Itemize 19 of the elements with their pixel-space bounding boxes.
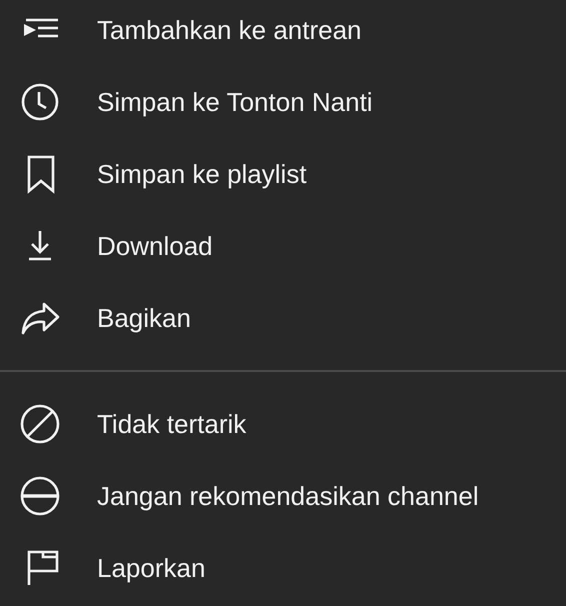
menu-item-label: Download [97,230,213,262]
menu-item[interactable]: Download [0,210,566,282]
menu-item-label: Simpan ke playlist [97,158,307,190]
menu-item-label: Tambahkan ke antrean [97,14,362,46]
clock-icon [20,82,60,122]
menu-item[interactable]: Tambahkan ke antrean [0,0,566,66]
menu-item-label: Laporkan [97,552,206,584]
menu-item-label: Simpan ke Tonton Nanti [97,86,373,118]
menu-item[interactable]: Bagikan [0,282,566,354]
menu-item-label: Bagikan [97,302,191,334]
minus-circle-icon [20,476,60,516]
menu-item[interactable]: Simpan ke Tonton Nanti [0,66,566,138]
menu-item-label: Jangan rekomendasikan channel [97,480,479,512]
blocked-icon [20,404,60,444]
menu-item[interactable]: Laporkan [0,532,566,604]
menu-item[interactable]: Jangan rekomendasikan channel [0,460,566,532]
menu-item-label: Tidak tertarik [97,408,246,440]
menu-item[interactable]: Tidak tertarik [0,388,566,460]
menu-item[interactable]: Simpan ke playlist [0,138,566,210]
